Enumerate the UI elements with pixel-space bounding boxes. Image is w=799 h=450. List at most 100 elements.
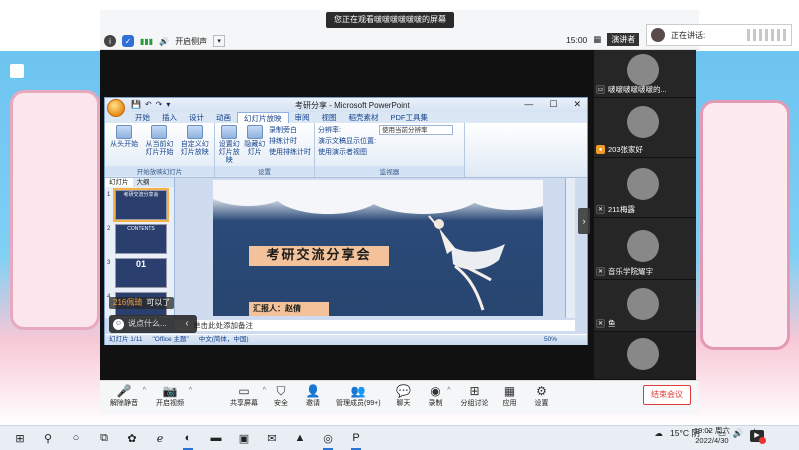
meeting-time: 15:00: [566, 34, 588, 45]
thumb-number: 3: [107, 260, 111, 266]
emoji-icon[interactable]: ☺: [113, 318, 124, 330]
participant-tile[interactable]: ✕ 鱼: [594, 280, 696, 332]
redo-icon[interactable]: ↷: [156, 100, 163, 109]
participant-tile[interactable]: ✕ 音乐学院耀宇: [594, 218, 696, 280]
slide-thumbnail[interactable]: 01: [115, 258, 167, 288]
sharing-banner[interactable]: 您正在观看啵啵啵啵啵啵的屏幕: [326, 12, 454, 28]
undo-icon[interactable]: ↶: [145, 100, 152, 109]
start-video-button[interactable]: 📷 开启视频 ^: [156, 381, 192, 408]
zoom-level[interactable]: 50%: [544, 335, 587, 345]
chevron-down-icon[interactable]: ▾: [213, 35, 226, 47]
participant-name: 音乐学院耀宇: [608, 267, 653, 276]
taskbar-clock[interactable]: 19:02 周六 2022/4/30: [694, 426, 730, 446]
weather-icon[interactable]: ☁: [655, 428, 664, 439]
meeting-app-icon[interactable]: ▲: [286, 426, 314, 450]
cortana-icon[interactable]: ○: [62, 426, 90, 450]
record-icon: ◉: [430, 384, 441, 398]
chat-sender: 216佩琦: [113, 298, 143, 307]
resolution-label: 分辨率:: [318, 127, 341, 134]
wechat-icon[interactable]: ◎: [314, 426, 342, 450]
end-meeting-button[interactable]: 结束会议: [643, 385, 691, 405]
volume-icon[interactable]: 🔊: [733, 428, 744, 439]
participant-tile[interactable]: [594, 332, 696, 380]
tab-view[interactable]: 视图: [316, 112, 343, 123]
tab-slides[interactable]: 幻灯片: [105, 178, 133, 187]
chevron-right-icon[interactable]: ›: [578, 208, 590, 234]
shield-icon[interactable]: ✓: [122, 35, 134, 47]
slide-editing-area[interactable]: 考研交流分享会 汇报人：赵倩: [179, 178, 575, 318]
participant-gallery: ▭ 啵啵啵啵啵啵的... ● 203张家好 ✕ 211梅露 ✕ 音乐学院耀宇 ✕ 鱼: [594, 50, 696, 380]
vertical-scrollbar[interactable]: [565, 178, 575, 318]
chevron-up-icon[interactable]: ^: [447, 387, 450, 394]
chevron-left-icon[interactable]: ‹: [177, 315, 197, 333]
participant-name: 203张家好: [608, 145, 644, 154]
mic-off-icon: ✕: [596, 267, 605, 276]
use-timings-checkbox[interactable]: 使用排练计时: [269, 147, 311, 157]
ppt-window-title: 考研分享 - Microsoft PowerPoint: [295, 101, 410, 110]
unmute-button[interactable]: 🎤 解除静音 ^: [110, 381, 146, 408]
breakout-button[interactable]: ⊞ 分组讨论: [461, 381, 489, 408]
pane-tabs: 幻灯片 大纲: [105, 178, 174, 187]
search-icon[interactable]: ⚲: [34, 426, 62, 450]
task-view-icon[interactable]: ⧉: [90, 426, 118, 450]
resolution-select[interactable]: 使用当前分辨率: [378, 125, 453, 135]
signal-icon[interactable]: ▮▮▮: [140, 37, 153, 46]
folder-icon[interactable]: ▬: [202, 426, 230, 450]
minimize-icon[interactable]: —: [524, 99, 533, 110]
share-screen-button[interactable]: ▭ 共享屏幕 ^: [230, 381, 266, 408]
participant-tile[interactable]: ● 203张家好: [594, 98, 696, 158]
record-button[interactable]: ◉ 录制 ^: [429, 381, 451, 408]
tab-outline[interactable]: 大纲: [133, 178, 154, 187]
invite-button[interactable]: 👤 邀请: [306, 381, 321, 408]
tab-slide-show[interactable]: 幻灯片放映: [237, 112, 289, 123]
security-button[interactable]: ⛉ 安全: [274, 381, 288, 408]
audio-label[interactable]: 开启侧声: [175, 36, 207, 47]
edge-icon[interactable]: ◐: [174, 426, 202, 450]
record-narration-button[interactable]: 录制旁白: [269, 125, 311, 135]
chevron-up-icon[interactable]: ^: [189, 387, 192, 394]
info-icon[interactable]: i: [104, 35, 116, 47]
ribbon-group-label: 监视器: [315, 166, 464, 176]
close-icon[interactable]: ✕: [573, 99, 581, 110]
shield-icon: ⛉: [276, 383, 286, 398]
mail-icon[interactable]: ✉: [258, 426, 286, 450]
chat-button[interactable]: 💬 聊天: [396, 381, 411, 408]
screen-share-icon: ▭: [596, 85, 605, 94]
participants-icon: 👥: [350, 384, 366, 398]
tab-design[interactable]: 设计: [183, 112, 210, 123]
tab-pdf-tools[interactable]: PDF工具集: [385, 112, 435, 123]
app-icon-1[interactable]: ✿: [118, 426, 146, 450]
ribbon-group-label: 开始放映幻灯片: [105, 166, 214, 176]
grid-view-icon[interactable]: ▦: [593, 34, 601, 45]
participant-tile[interactable]: ▭ 啵啵啵啵啵啵的...: [594, 50, 696, 98]
office-button[interactable]: [107, 99, 125, 117]
tab-docer[interactable]: 稻壳素材: [343, 112, 385, 123]
presenter-view-checkbox[interactable]: 使用演示者视图: [318, 147, 376, 157]
notes-pane[interactable]: 单击此处添加备注: [175, 320, 575, 331]
participant-tile[interactable]: ✕ 211梅露: [594, 158, 696, 218]
rehearse-button[interactable]: 排练计时: [269, 136, 311, 146]
camera-off-icon: 📷: [162, 384, 178, 398]
qat-more-icon[interactable]: ▾: [166, 100, 170, 109]
windows-start-icon[interactable]: ⊞: [6, 426, 34, 450]
speaker-view-button[interactable]: 演讲者: [607, 33, 640, 46]
maximize-icon[interactable]: ☐: [549, 99, 557, 110]
slide-thumbnail[interactable]: 考研交流分享会: [113, 188, 169, 222]
ie-icon[interactable]: ℯ: [146, 426, 174, 450]
wallpaper-square: [10, 64, 24, 78]
save-icon[interactable]: 💾: [131, 100, 141, 109]
speaker-icon[interactable]: 🔊: [159, 37, 169, 46]
tab-home[interactable]: 开始: [129, 112, 156, 123]
slide-thumbnail[interactable]: CONTENTS: [115, 224, 167, 254]
chevron-up-icon[interactable]: ^: [263, 387, 266, 394]
tab-review[interactable]: 审阅: [289, 112, 316, 123]
tab-insert[interactable]: 插入: [156, 112, 183, 123]
current-slide[interactable]: 考研交流分享会 汇报人：赵倩: [213, 180, 543, 316]
store-icon[interactable]: ▣: [230, 426, 258, 450]
powerpoint-icon[interactable]: P: [342, 426, 370, 450]
apps-button[interactable]: ▦ 应用: [503, 381, 517, 408]
settings-button[interactable]: ⚙ 设置: [535, 381, 549, 408]
chevron-up-icon[interactable]: ^: [143, 387, 146, 394]
manage-participants-button[interactable]: 👥 管理成员(99+): [336, 381, 381, 408]
tab-animations[interactable]: 动画: [210, 112, 237, 123]
